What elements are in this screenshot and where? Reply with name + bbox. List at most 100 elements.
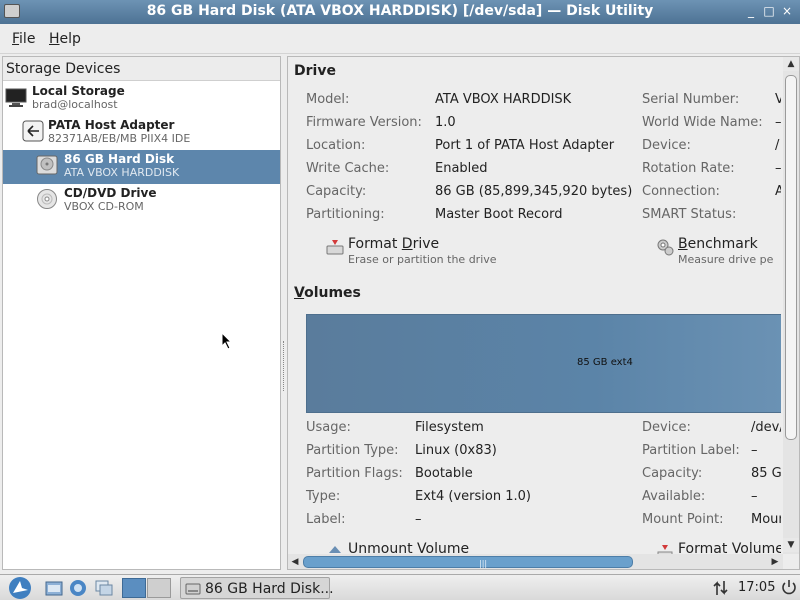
drive-field-value: 1.0 — [435, 115, 456, 130]
drive-field-value: – — [775, 161, 781, 176]
format-drive-icon — [326, 240, 344, 255]
close-button[interactable]: × — [780, 4, 794, 18]
taskbar-window-label: 86 GB Hard Disk... — [205, 581, 334, 597]
drive-field-key: Location: — [306, 138, 366, 153]
format-volume-button[interactable]: Format Volume — [652, 541, 781, 554]
format-drive-label-prefix: Format — [348, 236, 402, 252]
volumes-title-accel: V — [294, 285, 305, 301]
device-sub: 82371AB/EB/MB PIIX4 IDE — [48, 132, 191, 145]
drive-field-key: Serial Number: — [642, 92, 740, 107]
eject-icon — [329, 546, 341, 553]
volume-field-key: Type: — [306, 489, 341, 504]
volume-field-key: Usage: — [306, 420, 351, 435]
volume-field-key: Partition Type: — [306, 443, 399, 458]
storage-devices-pane: Storage Devices Local Storage brad@local… — [2, 56, 281, 570]
drive-field-key: SMART Status: — [642, 207, 737, 222]
scroll-right-arrow-icon[interactable]: ▶ — [768, 554, 782, 569]
format-drive-label-accel: D — [401, 236, 413, 252]
volume-bar-label: 85 GB ext4 — [577, 357, 633, 368]
menu-help[interactable]: Help — [49, 31, 81, 47]
maximize-button[interactable]: □ — [762, 4, 776, 18]
format-volume-label: Format Volume — [678, 541, 781, 554]
menu-bar: File Help — [0, 24, 800, 54]
menu-help-label: elp — [59, 31, 81, 47]
volume-field-value: – — [415, 512, 422, 527]
computer-icon — [5, 88, 27, 107]
benchmark-label-accel: B — [678, 236, 688, 252]
menu-file-label: ile — [19, 31, 36, 47]
drive-field-value: Port 1 of PATA Host Adapter — [435, 138, 615, 153]
drive-field-value: ATA VBOX HARDDISK — [435, 92, 572, 107]
device-local-storage[interactable]: Local Storage brad@localhost — [3, 82, 280, 116]
unmount-volume-label: Unmount Volume — [348, 541, 470, 554]
splitter-grip[interactable] — [283, 341, 285, 391]
vertical-scrollbar[interactable]: ▲ ▼ — [783, 57, 799, 554]
device-name: PATA Host Adapter — [48, 118, 175, 132]
benchmark-label: Benchmark — [678, 236, 758, 252]
scroll-down-arrow-icon[interactable]: ▼ — [783, 538, 799, 552]
minimize-button[interactable]: _ — [744, 4, 758, 18]
device-name: CD/DVD Drive — [64, 186, 157, 200]
pane-splitter[interactable] — [282, 56, 286, 570]
drive-field-value: V — [775, 92, 781, 107]
volume-field-value: Linux (0x83) — [415, 443, 497, 458]
menu-file-accel: F — [12, 31, 20, 47]
format-drive-label-rest: rive — [412, 236, 440, 252]
storage-devices-header[interactable]: Storage Devices — [3, 57, 280, 81]
window-title: 86 GB Hard Disk (ATA VBOX HARDDISK) [/de… — [146, 3, 654, 19]
details-pane: Drive Model: ATA VBOX HARDDISK Firmware … — [287, 56, 800, 570]
volume-field-key: Device: — [642, 420, 691, 435]
device-86gb-hard-disk[interactable]: 86 GB Hard Disk ATA VBOX HARDDISK — [3, 150, 280, 184]
horizontal-scroll-thumb[interactable]: ||| — [303, 556, 633, 568]
window-switcher-icon[interactable] — [94, 578, 114, 598]
scroll-up-arrow-icon[interactable]: ▲ — [783, 57, 799, 71]
mouse-cursor-icon — [221, 332, 233, 350]
drive-field-key: Write Cache: — [306, 161, 390, 176]
volume-bar-partition[interactable]: 85 GB ext4 — [306, 314, 781, 413]
drive-section-title: Drive — [294, 63, 336, 79]
horizontal-scrollbar[interactable]: ◀ ||| ▶ — [288, 554, 783, 569]
taskbar-window-disk-utility[interactable]: 86 GB Hard Disk... — [180, 577, 334, 599]
menu-help-accel: H — [49, 31, 60, 47]
drive-field-key: World Wide Name: — [642, 115, 763, 130]
network-updown-icon[interactable] — [712, 579, 730, 597]
unmount-volume-button[interactable]: Unmount Volume — [322, 541, 482, 554]
device-sub: ATA VBOX HARDDISK — [64, 166, 180, 179]
drive-field-value: Master Boot Record — [435, 207, 563, 222]
workspace-1-icon[interactable] — [122, 578, 146, 598]
volume-field-value: Mour — [751, 512, 781, 527]
power-icon[interactable] — [780, 578, 798, 596]
title-bar: 86 GB Hard Disk (ATA VBOX HARDDISK) [/de… — [0, 0, 800, 24]
drive-field-key: Model: — [306, 92, 350, 107]
device-name: Local Storage — [32, 84, 125, 98]
volume-field-key: Available: — [642, 489, 706, 504]
format-drive-button[interactable]: Format Drive Erase or partition the driv… — [322, 236, 542, 270]
drive-field-key: Capacity: — [306, 184, 367, 199]
device-cd-dvd-drive[interactable]: CD/DVD Drive VBOX CD-ROM — [3, 184, 280, 218]
benchmark-label-rest: enchmark — [687, 236, 758, 252]
format-volume-icon — [657, 545, 673, 554]
volume-field-value: Filesystem — [415, 420, 484, 435]
volume-field-value: 85 G — [751, 466, 781, 481]
adapter-icon — [22, 120, 44, 142]
menu-file[interactable]: File — [12, 31, 35, 47]
format-drive-desc: Erase or partition the drive — [348, 253, 497, 266]
volume-field-key: Partition Label: — [642, 443, 740, 458]
clock[interactable]: 17:05 — [738, 580, 775, 595]
volume-field-key: Mount Point: — [642, 512, 724, 527]
browser-icon[interactable] — [68, 578, 88, 598]
drive-field-value: / — [775, 138, 780, 153]
cdrom-icon — [37, 189, 57, 209]
drive-field-key: Rotation Rate: — [642, 161, 735, 176]
file-manager-icon[interactable] — [44, 578, 64, 598]
drive-field-value: Enabled — [435, 161, 488, 176]
details-content: Drive Model: ATA VBOX HARDDISK Firmware … — [288, 57, 781, 554]
device-name: 86 GB Hard Disk — [64, 152, 175, 166]
workspace-2-icon[interactable] — [147, 578, 171, 598]
benchmark-button[interactable]: Benchmark Measure drive pe — [652, 236, 781, 270]
scroll-left-arrow-icon[interactable]: ◀ — [288, 554, 302, 569]
format-drive-label: Format Drive — [348, 236, 439, 252]
start-menu-icon[interactable] — [4, 576, 36, 600]
device-pata-host-adapter[interactable]: PATA Host Adapter 82371AB/EB/MB PIIX4 ID… — [3, 116, 280, 150]
vertical-scroll-thumb[interactable] — [785, 75, 797, 440]
